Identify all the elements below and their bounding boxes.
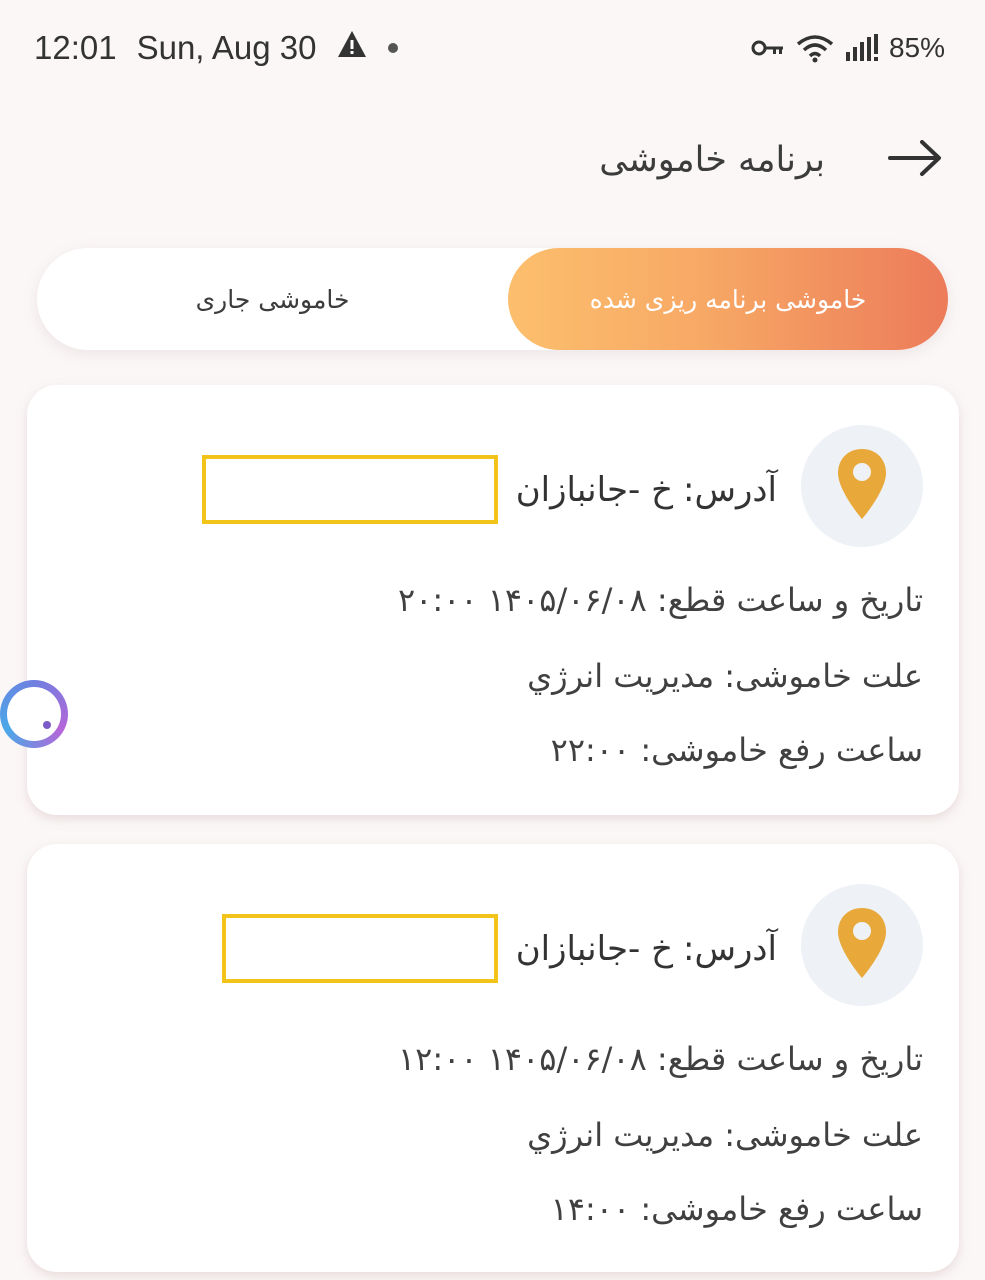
location-pin-badge [801, 425, 923, 547]
restore-time: ساعت رفع خاموشی: ۱۴:۰۰ [550, 1190, 923, 1228]
back-button[interactable] [885, 130, 945, 190]
outage-card[interactable]: آدرس: خ -جانبازان تاریخ و ساعت قطع: ۱۴۰۵… [27, 844, 959, 1272]
status-time: 12:01 [34, 29, 117, 66]
tab-scheduled-outage[interactable]: خاموشی برنامه ریزی شده [508, 248, 948, 350]
floating-assistant-bubble[interactable] [0, 680, 68, 748]
status-right: 85% [751, 32, 945, 64]
location-pin-badge [801, 884, 923, 1006]
bubble-inner-icon [7, 687, 61, 741]
address-value: خ -جانبازان [515, 928, 674, 969]
vpn-key-icon [751, 38, 785, 58]
app-screen: 12:01 Sun, Aug 30 85% برنامه خاموشی خامو… [0, 0, 985, 1280]
redacted-address-box [221, 914, 498, 983]
address-row: آدرس: خ -جانبازان [221, 914, 777, 983]
notification-dot-icon [388, 43, 399, 53]
address-row: آدرس: خ -جانبازان [201, 455, 777, 524]
cut-datetime: تاریخ و ساعت قطع: ۱۴۰۵/۰۶/۰۸ ۱۲:۰۰ [397, 1040, 923, 1078]
status-bar: 12:01 Sun, Aug 30 85% [0, 0, 985, 96]
page-title: برنامه خاموشی [599, 140, 825, 180]
location-pin-icon [836, 447, 888, 525]
signal-icon [845, 34, 879, 62]
redacted-address-box [201, 455, 498, 524]
outage-card[interactable]: آدرس: خ -جانبازان تاریخ و ساعت قطع: ۱۴۰۵… [27, 385, 959, 815]
restore-time: ساعت رفع خاموشی: ۲۲:۰۰ [550, 731, 923, 769]
arrow-right-icon [886, 138, 944, 182]
battery-percent: 85% [888, 32, 945, 63]
wifi-icon [795, 33, 835, 63]
cut-datetime: تاریخ و ساعت قطع: ۱۴۰۵/۰۶/۰۸ ۲۰:۰۰ [397, 581, 923, 619]
outage-tabs: خاموشی برنامه ریزی شده خاموشی جاری [37, 248, 948, 350]
alert-icon [336, 29, 368, 67]
address-label: آدرس: [683, 469, 777, 510]
address-value: خ -جانبازان [515, 469, 674, 510]
location-pin-icon [836, 906, 888, 984]
outage-reason: علت خاموشی: مديريت انرژي [527, 1116, 923, 1154]
status-date: Sun, Aug 30 [136, 29, 317, 66]
status-left: 12:01 Sun, Aug 30 [34, 29, 399, 67]
tab-current-outage[interactable]: خاموشی جاری [37, 248, 508, 350]
outage-reason: علت خاموشی: مديريت انرژي [527, 657, 923, 695]
address-label: آدرس: [683, 928, 777, 969]
app-header: برنامه خاموشی [0, 110, 985, 210]
